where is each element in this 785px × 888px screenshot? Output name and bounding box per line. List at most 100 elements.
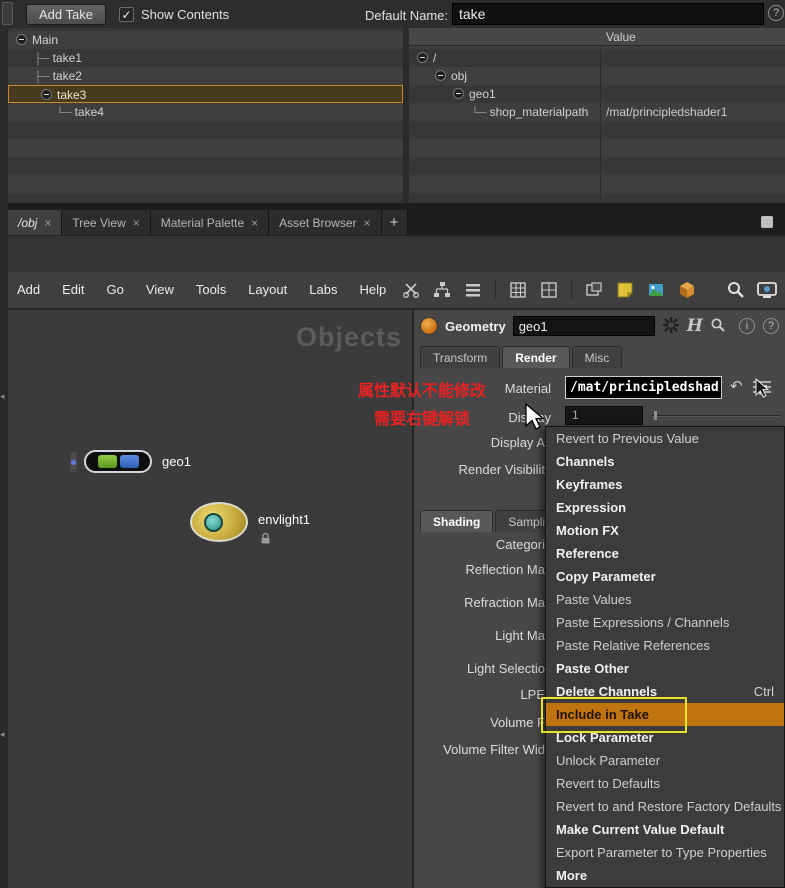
tree-branch: └─ — [471, 107, 487, 119]
notes-icon[interactable] — [616, 281, 634, 299]
menu-item-copy-parameter[interactable]: Copy Parameter — [546, 565, 784, 588]
network-path-bar: obj ▼ — [0, 235, 785, 502]
menu-item-reference[interactable]: Reference — [546, 542, 784, 565]
display-options-icon[interactable] — [757, 280, 777, 298]
show-contents-checkbox[interactable]: ✓ — [119, 7, 134, 22]
collapse-icon[interactable] — [16, 34, 27, 45]
divider — [571, 281, 572, 299]
light-lens-icon — [204, 513, 223, 532]
close-icon[interactable]: × — [133, 216, 140, 230]
display-field[interactable]: 1 — [565, 406, 643, 425]
panes-icon[interactable] — [585, 281, 603, 299]
collapse-icon[interactable] — [417, 52, 428, 63]
content-row-geo1[interactable]: geo1 — [409, 85, 785, 103]
content-row-root[interactable]: / — [409, 49, 785, 67]
split-layout-icon[interactable] — [540, 281, 558, 299]
menu-item-make-current-value-default[interactable]: Make Current Value Default — [546, 818, 784, 841]
menu-item-paste-relative-references[interactable]: Paste Relative References — [546, 634, 784, 657]
content-row-materialpath[interactable]: └─ shop_materialpath /mat/principledshade… — [409, 103, 785, 121]
close-icon[interactable]: × — [364, 216, 371, 230]
menu-item-revert-to-defaults[interactable]: Revert to Defaults — [546, 772, 784, 795]
gear-icon[interactable] — [662, 316, 680, 337]
menu-help[interactable]: Help — [348, 272, 397, 308]
node-label: geo1 — [162, 454, 191, 469]
menu-item-paste-expressions-channels[interactable]: Paste Expressions / Channels — [546, 611, 784, 634]
network-editor[interactable]: Objects geo1 envlight1 — [8, 310, 412, 888]
collapse-icon[interactable] — [41, 89, 52, 100]
menu-item-revert-restore-factory-defaults[interactable]: Revert to and Restore Factory Defaults — [546, 795, 784, 818]
menu-add[interactable]: Add — [6, 272, 51, 308]
add-take-button[interactable]: Add Take — [26, 4, 106, 25]
default-name-input[interactable] — [452, 3, 764, 25]
take-toolbar: Add Take ✓ Show Contents Default Name: ? — [0, 0, 785, 28]
take-row-take4[interactable]: └─ take4 — [8, 103, 403, 121]
new-tab-button[interactable]: + — [381, 210, 408, 235]
menu-go[interactable]: Go — [96, 272, 135, 308]
menu-item-keyframes[interactable]: Keyframes — [546, 473, 784, 496]
menu-item-expression[interactable]: Expression — [546, 496, 784, 519]
take-row-take2[interactable]: ├─ take2 — [8, 67, 403, 85]
collapse-icon[interactable] — [453, 88, 464, 99]
tab-tree-view[interactable]: Tree View × — [62, 210, 151, 235]
node-name-input[interactable] — [512, 316, 655, 336]
houdini-logo-icon[interactable]: H — [687, 316, 703, 336]
help-icon[interactable]: ? — [763, 318, 779, 334]
pane-handle[interactable] — [2, 2, 13, 25]
search-icon[interactable] — [726, 280, 744, 298]
collapse-pane-icon[interactable]: ◂ — [0, 729, 5, 740]
pane-edge-strip: ◂ ◂ — [0, 203, 8, 888]
menu-item-revert-to-previous-value[interactable]: Revert to Previous Value — [546, 427, 784, 450]
menu-item-motion-fx[interactable]: Motion FX — [546, 519, 784, 542]
context-watermark: Objects — [295, 322, 402, 352]
houdini-window: Add Take ✓ Show Contents Default Name: ?… — [0, 0, 785, 888]
revert-icon[interactable]: ↶ — [730, 377, 743, 395]
collapse-pane-icon[interactable]: ◂ — [0, 391, 5, 402]
display-flag-icon[interactable] — [97, 455, 117, 468]
close-icon[interactable]: × — [251, 216, 258, 230]
search-icon[interactable] — [710, 317, 726, 336]
tab-render[interactable]: Render — [502, 346, 570, 368]
tree-view-icon[interactable] — [433, 281, 451, 299]
subtab-shading[interactable]: Shading — [420, 510, 494, 532]
param-label-volume-filter-width: Volume Filter Wid — [443, 742, 545, 757]
render-flag-icon[interactable] — [119, 455, 139, 468]
tab-obj[interactable]: /obj × — [8, 210, 63, 235]
box-icon[interactable] — [678, 281, 696, 299]
menu-item-more[interactable]: More — [546, 864, 784, 887]
menu-tools[interactable]: Tools — [185, 272, 237, 308]
list-view-icon[interactable] — [464, 281, 482, 299]
content-row-obj[interactable]: obj — [409, 67, 785, 85]
menu-layout[interactable]: Layout — [237, 272, 298, 308]
image-icon[interactable] — [647, 281, 665, 299]
take-row-take1[interactable]: ├─ take1 — [8, 49, 403, 67]
node-label: envlight1 — [258, 512, 311, 527]
menu-item-channels[interactable]: Channels — [546, 450, 784, 473]
menu-item-paste-other[interactable]: Paste Other — [546, 657, 784, 680]
node-body[interactable] — [84, 450, 152, 473]
tab-material-palette[interactable]: Material Palette × — [150, 210, 270, 235]
help-icon[interactable]: ? — [768, 5, 784, 21]
slider-handle[interactable] — [654, 411, 657, 420]
material-path-field[interactable]: /mat/principledshad — [565, 376, 722, 399]
close-icon[interactable]: × — [44, 216, 51, 230]
tab-misc[interactable]: Misc — [571, 346, 623, 368]
menu-item-paste-values[interactable]: Paste Values — [546, 588, 784, 611]
menu-item-export-parameter-type-properties[interactable]: Export Parameter to Type Properties — [546, 841, 784, 864]
grid-layout-icon[interactable] — [509, 281, 527, 299]
maximize-pane-icon[interactable] — [761, 216, 773, 228]
take-row-main[interactable]: Main — [8, 31, 403, 49]
take-row-take3-selected[interactable]: take3 — [8, 85, 403, 103]
param-label-render-visibility: Render Visibilit — [458, 462, 545, 477]
node-flags[interactable] — [70, 452, 77, 472]
menu-view[interactable]: View — [135, 272, 185, 308]
cut-tool-icon[interactable] — [402, 281, 420, 299]
menu-labs[interactable]: Labs — [298, 272, 348, 308]
info-icon[interactable]: i — [739, 318, 755, 334]
collapse-icon[interactable] — [435, 70, 446, 81]
menu-item-unlock-parameter[interactable]: Unlock Parameter — [546, 749, 784, 772]
tab-asset-browser[interactable]: Asset Browser × — [269, 210, 382, 235]
param-label-categories: Categori — [495, 537, 545, 552]
tab-transform[interactable]: Transform — [420, 346, 501, 368]
menu-edit[interactable]: Edit — [51, 272, 95, 308]
display-slider[interactable] — [652, 411, 780, 420]
